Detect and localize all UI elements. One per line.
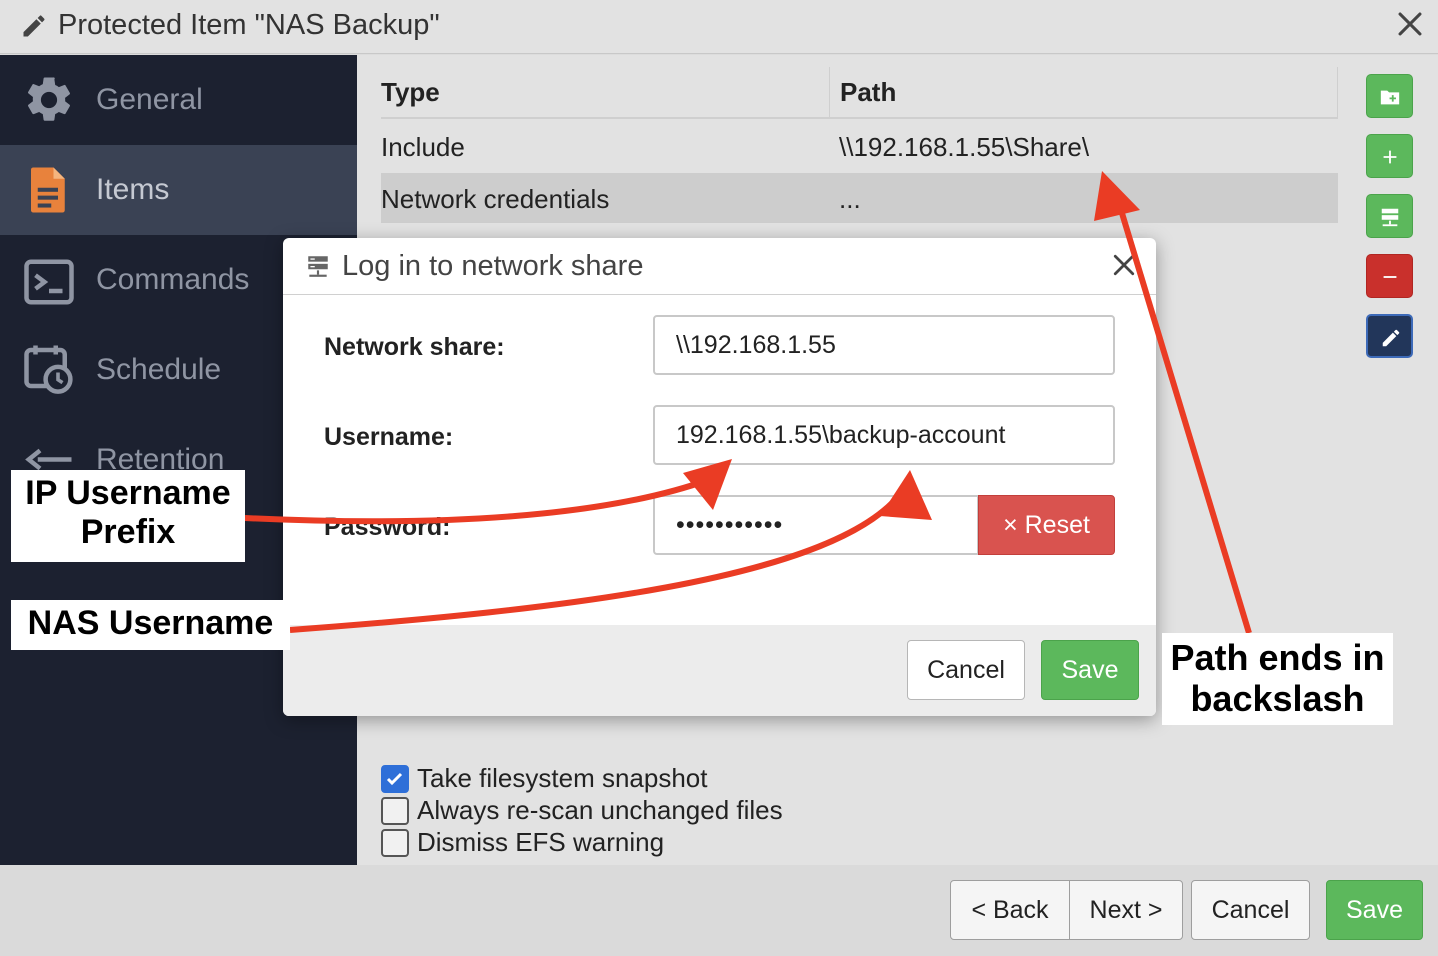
callout-nas-username: NAS Username xyxy=(11,600,290,650)
add-item-button[interactable] xyxy=(1366,134,1413,178)
option-take-snapshot[interactable]: Take filesystem snapshot xyxy=(381,763,841,795)
next-button[interactable]: Next > xyxy=(1069,880,1183,940)
network-share-label: Network share: xyxy=(324,333,505,361)
save-button[interactable]: Save xyxy=(1326,880,1423,940)
calendar-clock-icon xyxy=(24,345,73,394)
cancel-button[interactable]: Cancel xyxy=(1191,880,1310,940)
modal-header: Log in to network share xyxy=(283,238,1156,295)
add-folder-button[interactable] xyxy=(1366,74,1413,118)
close-icon[interactable] xyxy=(1393,7,1427,41)
table-header: Type Path xyxy=(381,67,1338,119)
back-button[interactable]: < Back xyxy=(950,880,1070,940)
row-path: \\192.168.1.55\Share\ xyxy=(839,132,1090,162)
table-row[interactable]: Include \\192.168.1.55\Share\ xyxy=(381,121,1338,171)
add-network-button[interactable] xyxy=(1366,194,1413,238)
sidebar-item-label: Commands xyxy=(96,263,250,296)
window-title: Protected Item "NAS Backup" xyxy=(58,9,440,41)
callout-ip-username-prefix: IP Username Prefix xyxy=(11,470,245,562)
document-icon xyxy=(31,167,65,213)
table-row[interactable]: Network credentials ... xyxy=(381,173,1338,223)
checkbox-unchecked[interactable] xyxy=(381,797,409,825)
column-divider xyxy=(1337,67,1338,119)
option-label: Dismiss EFS warning xyxy=(417,827,665,857)
option-label: Always re-scan unchanged files xyxy=(417,795,783,825)
option-label: Take filesystem snapshot xyxy=(417,763,708,793)
title-bar: Protected Item "NAS Backup" xyxy=(0,0,1438,54)
minus-icon xyxy=(1383,276,1397,278)
checkbox-checked[interactable] xyxy=(381,765,409,793)
sidebar-item-label: Items xyxy=(96,173,170,206)
username-label: Username: xyxy=(324,423,454,451)
modal-title: Log in to network share xyxy=(342,250,644,282)
password-label: Password: xyxy=(324,513,451,541)
column-header-type[interactable]: Type xyxy=(381,77,440,108)
password-input[interactable] xyxy=(653,495,979,555)
modal-footer: Cancel Save xyxy=(283,625,1156,716)
row-path: ... xyxy=(839,184,861,214)
sidebar-item-general[interactable]: General xyxy=(0,55,357,145)
terminal-icon xyxy=(24,259,74,305)
sidebar-item-label: General xyxy=(96,83,203,116)
add-folder-icon xyxy=(1380,90,1400,105)
modal-cancel-button[interactable]: Cancel xyxy=(907,640,1025,700)
row-type: Include xyxy=(381,132,465,162)
column-divider xyxy=(829,67,830,119)
plus-icon xyxy=(1383,150,1397,164)
row-type: Network credentials xyxy=(381,184,610,214)
edit-item-button[interactable] xyxy=(1366,314,1413,358)
close-icon[interactable] xyxy=(1109,250,1139,280)
checkmark-icon xyxy=(386,772,403,786)
sidebar-item-label: Schedule xyxy=(96,353,222,386)
dialog-footer: < Back Next > Cancel Save xyxy=(0,865,1438,956)
callout-path-backslash: Path ends in backslash xyxy=(1162,633,1393,725)
column-header-path[interactable]: Path xyxy=(840,77,896,108)
close-icon: × xyxy=(1003,510,1018,539)
pencil-icon xyxy=(1382,329,1400,347)
network-share-input[interactable] xyxy=(653,315,1115,375)
reset-label: Reset xyxy=(1024,510,1090,539)
remove-item-button[interactable] xyxy=(1366,254,1413,298)
reset-password-button[interactable]: × Reset xyxy=(978,495,1115,555)
server-icon xyxy=(1381,208,1399,227)
option-always-rescan[interactable]: Always re-scan unchanged files xyxy=(381,795,841,827)
checkbox-unchecked[interactable] xyxy=(381,829,409,857)
gear-icon xyxy=(27,77,71,121)
pencil-icon xyxy=(23,15,45,37)
modal-save-button[interactable]: Save xyxy=(1041,640,1139,700)
sidebar-item-items[interactable]: Items xyxy=(0,145,357,235)
option-dismiss-efs[interactable]: Dismiss EFS warning xyxy=(381,827,841,859)
username-input[interactable] xyxy=(653,405,1115,465)
network-login-modal: Log in to network share Network share: U… xyxy=(283,238,1156,716)
server-icon xyxy=(308,256,328,277)
